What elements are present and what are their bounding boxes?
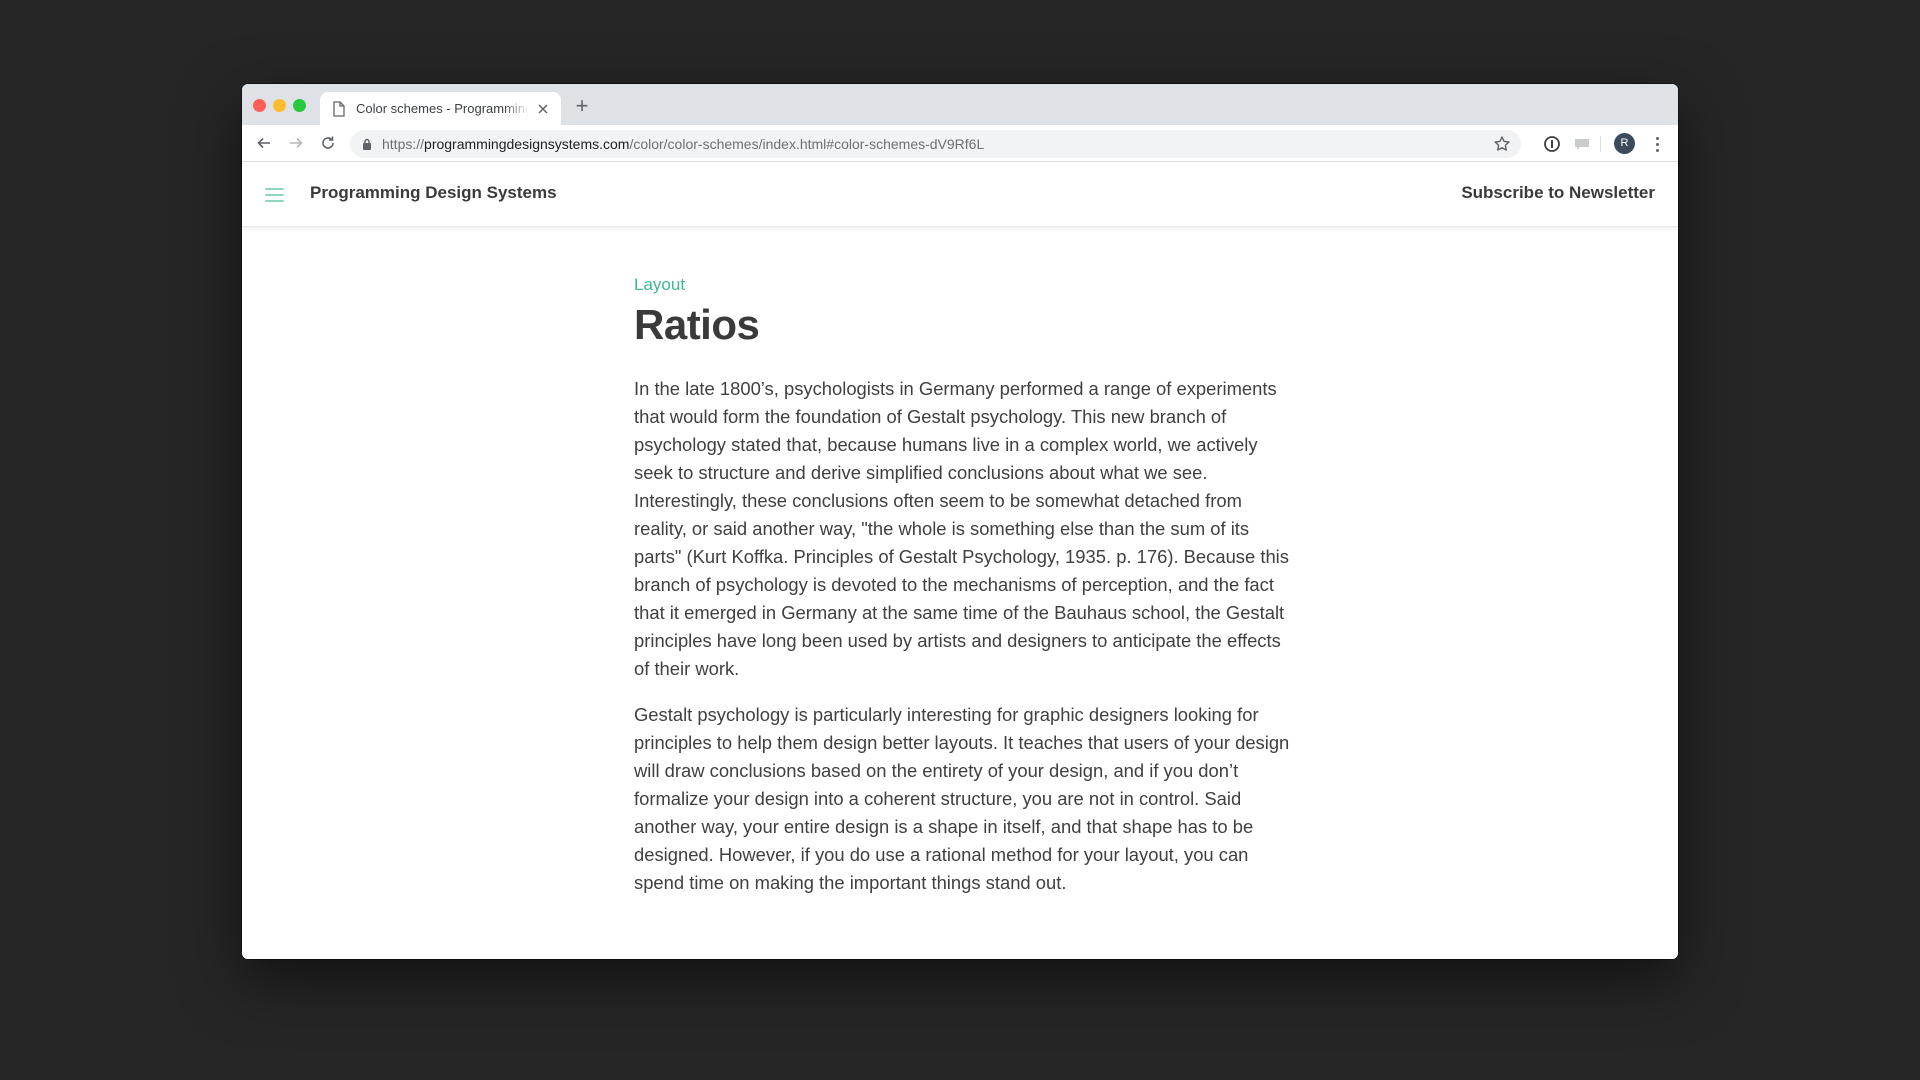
browser-tab-active[interactable]: Color schemes - Programming Design Syste… (320, 92, 561, 125)
url-text[interactable]: https://programmingdesignsystems.com/col… (382, 136, 984, 152)
more-menu-icon[interactable] (1652, 134, 1662, 154)
extension-info-icon[interactable] (1542, 134, 1562, 154)
minimize-window-button[interactable] (273, 99, 286, 112)
article-category[interactable]: Layout (634, 275, 1294, 295)
new-tab-button[interactable]: + (570, 94, 594, 118)
site-header: Programming Design Systems Subscribe to … (242, 162, 1678, 227)
browser-window: Color schemes - Programming Design Syste… (242, 84, 1678, 959)
document-icon (332, 100, 346, 117)
tab-strip: Color schemes - Programming Design Syste… (242, 84, 1678, 125)
close-icon[interactable] (535, 101, 551, 117)
tab-title: Color schemes - Programming Design Syste… (356, 101, 529, 116)
article: Layout Ratios In the late 1800’s, psycho… (634, 275, 1294, 897)
maximize-window-button[interactable] (293, 99, 306, 112)
article-title: Ratios (634, 301, 760, 348)
close-window-button[interactable] (253, 99, 266, 112)
page-viewport: Programming Design Systems Subscribe to … (242, 162, 1678, 959)
lock-icon (362, 138, 372, 150)
subscribe-link[interactable]: Subscribe to Newsletter (1461, 183, 1655, 203)
address-bar[interactable]: https://programmingdesignsystems.com/col… (350, 130, 1521, 158)
toolbar-divider (1600, 136, 1601, 152)
arrow-right-icon[interactable] (286, 133, 306, 153)
bookmark-star-icon[interactable] (1493, 135, 1511, 153)
extension-chat-icon[interactable] (1572, 134, 1592, 154)
hamburger-icon[interactable] (265, 188, 284, 202)
reload-icon[interactable] (318, 133, 338, 153)
arrow-left-icon[interactable] (254, 133, 274, 153)
site-title[interactable]: Programming Design Systems (310, 183, 557, 203)
profile-avatar[interactable]: R (1614, 133, 1635, 154)
article-paragraph: Gestalt psychology is particularly inter… (634, 704, 1290, 893)
article-paragraph: In the late 1800’s, psychologists in Ger… (634, 378, 1289, 679)
browser-toolbar: https://programmingdesignsystems.com/col… (242, 125, 1678, 162)
